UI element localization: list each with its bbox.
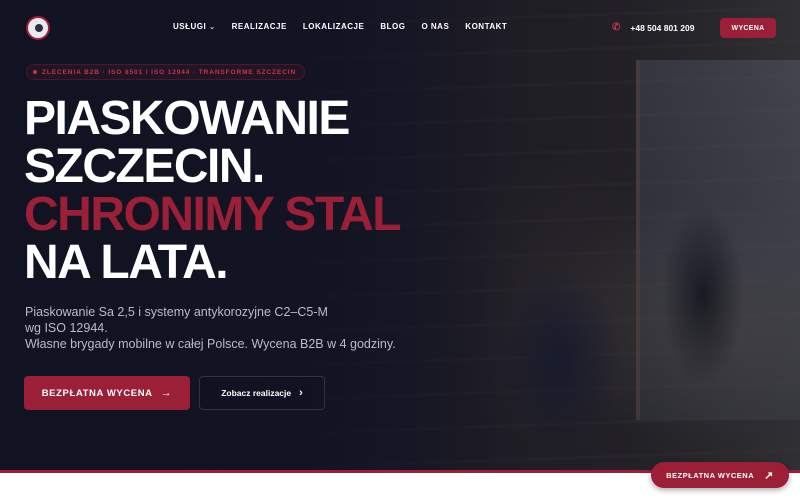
free-quote-button-label: BEZPŁATNA WYCENA: [41, 387, 153, 399]
see-projects-button[interactable]: Zobacz realizacje ›: [199, 376, 325, 410]
arrow-right-icon: →: [160, 387, 173, 399]
description-line: Własne brygady mobilne w całej Polsce. W…: [25, 337, 396, 351]
menu-item-blog[interactable]: BLOG: [380, 22, 405, 31]
badge-text: ZLECENIA B2B · ISO 8501 / ISO 12944 · TR…: [42, 68, 297, 76]
floating-quote-button[interactable]: BEZPŁATNA WYCENA ↗: [651, 462, 789, 488]
menu-item-label: USŁUGI: [173, 22, 207, 31]
see-projects-button-label: Zobacz realizacje: [221, 388, 292, 398]
menu-item-kontakt[interactable]: KONTAKT: [465, 22, 507, 31]
phone-number: +48 504 801 209: [630, 22, 695, 33]
menu-item-label: LOKALIZACJE: [302, 22, 365, 31]
phone-icon: ✆: [612, 22, 621, 33]
company-logo[interactable]: [26, 16, 50, 40]
description-line: Piaskowanie Sa 2,5 i systemy antykorozyj…: [25, 305, 328, 319]
floating-quote-label: BEZPŁATNA WYCENA: [666, 470, 755, 480]
nav-quote-button[interactable]: WYCENA: [720, 18, 776, 38]
menu-item-label: REALIZACJE: [231, 22, 287, 31]
menu-item-label: KONTAKT: [465, 22, 508, 31]
headline-line: NA LATA.: [24, 236, 229, 289]
phone-link[interactable]: ✆ +48 504 801 209: [612, 22, 694, 33]
menu-item-uslugi[interactable]: USŁUGI ⌄: [173, 22, 216, 31]
main-menu: USŁUGI ⌄ REALIZACJE LOKALIZACJE BLOG O N…: [173, 22, 507, 31]
top-navigation: USŁUGI ⌄ REALIZACJE LOKALIZACJE BLOG O N…: [0, 0, 800, 56]
hero-description: Piaskowanie Sa 2,5 i systemy antykorozyj…: [25, 304, 445, 352]
free-quote-button[interactable]: BEZPŁATNA WYCENA →: [24, 376, 190, 410]
menu-item-label: BLOG: [380, 22, 406, 31]
menu-item-lokalizacje[interactable]: LOKALIZACJE: [303, 22, 365, 31]
headline-accent-line: CHRONIMY STAL: [24, 188, 402, 241]
menu-item-label: O NAS: [421, 22, 450, 31]
chevron-right-icon: ›: [299, 387, 303, 399]
arrow-up-right-icon: ↗: [764, 469, 774, 482]
menu-item-o-nas[interactable]: O NAS: [421, 22, 449, 31]
hero-headline: PIASKOWANIE SZCZECIN. CHRONIMY STAL NA L…: [24, 95, 544, 287]
chevron-down-icon: ⌄: [209, 23, 216, 31]
headline-line: SZCZECIN.: [24, 140, 265, 193]
description-line: wg ISO 12944.: [25, 321, 108, 335]
headline-line: PIASKOWANIE: [24, 92, 350, 145]
menu-item-realizacje[interactable]: REALIZACJE: [232, 22, 287, 31]
hero-badge: ZLECENIA B2B · ISO 8501 / ISO 12944 · TR…: [26, 64, 306, 80]
badge-dot-icon: [33, 70, 37, 74]
